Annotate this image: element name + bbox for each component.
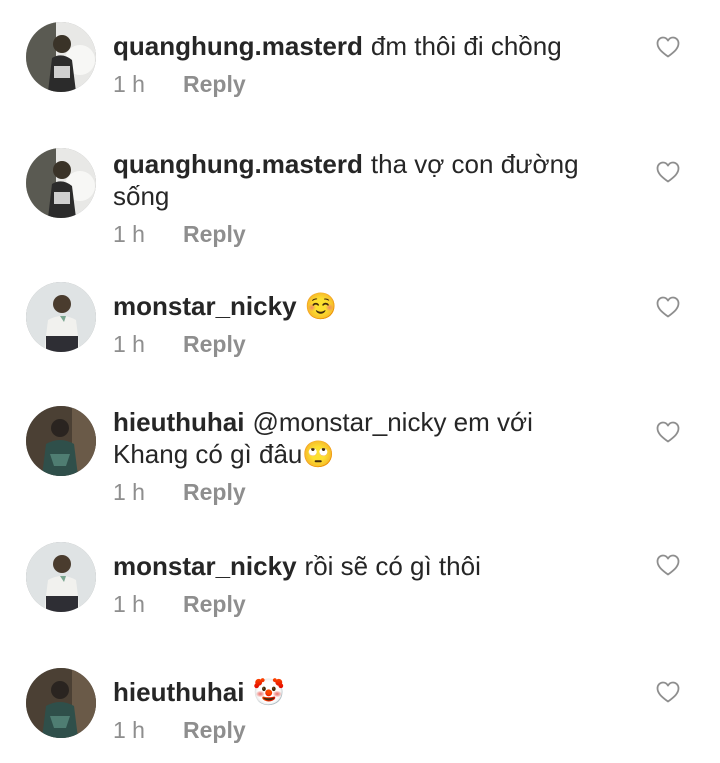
comment-body: hieuthuhai 🤡 1 h Reply bbox=[113, 676, 650, 744]
comment-meta: 1 h Reply bbox=[113, 70, 650, 98]
comment-body: quanghung.masterd tha vợ con đường sống 1… bbox=[113, 148, 600, 248]
reply-button[interactable]: Reply bbox=[183, 220, 246, 248]
username[interactable]: hieuthuhai bbox=[113, 677, 244, 707]
comment-body: monstar_nicky rồi sẽ có gì thôi 1 h Reply bbox=[113, 550, 650, 618]
comment-text: quanghung.masterd đm thôi đi chồng bbox=[113, 30, 650, 62]
heart-icon[interactable] bbox=[656, 161, 680, 183]
comment-text: monstar_nicky ☺️ bbox=[113, 290, 650, 322]
comment-meta: 1 h Reply bbox=[113, 478, 570, 506]
comment-message: rồi sẽ có gì thôi bbox=[304, 551, 481, 581]
avatar[interactable] bbox=[26, 282, 96, 352]
heart-icon[interactable] bbox=[656, 296, 680, 318]
comment-body: hieuthuhai @monstar_nicky em với Khang có… bbox=[113, 406, 570, 506]
comment-message: đm thôi đi chồng bbox=[370, 31, 562, 61]
avatar[interactable] bbox=[26, 542, 96, 612]
username[interactable]: hieuthuhai bbox=[113, 407, 244, 437]
avatar[interactable] bbox=[26, 668, 96, 738]
avatar[interactable] bbox=[26, 406, 96, 476]
avatar[interactable] bbox=[26, 22, 96, 92]
reply-button[interactable]: Reply bbox=[183, 590, 246, 618]
comment-message: ☺️ bbox=[304, 291, 337, 321]
comment-text: quanghung.masterd tha vợ con đường sống bbox=[113, 148, 600, 212]
username[interactable]: monstar_nicky bbox=[113, 551, 297, 581]
comment-text: hieuthuhai 🤡 bbox=[113, 676, 650, 708]
avatar[interactable] bbox=[26, 148, 96, 218]
username[interactable]: quanghung.masterd bbox=[113, 149, 363, 179]
reply-button[interactable]: Reply bbox=[183, 70, 246, 98]
comment-text: monstar_nicky rồi sẽ có gì thôi bbox=[113, 550, 650, 582]
timestamp: 1 h bbox=[113, 71, 145, 97]
reply-button[interactable]: Reply bbox=[183, 716, 246, 744]
heart-icon[interactable] bbox=[656, 681, 680, 703]
comment-meta: 1 h Reply bbox=[113, 330, 650, 358]
comment-message: 🤡 bbox=[252, 677, 285, 707]
heart-icon[interactable] bbox=[656, 421, 680, 443]
timestamp: 1 h bbox=[113, 479, 145, 505]
reply-button[interactable]: Reply bbox=[183, 330, 246, 358]
comment-meta: 1 h Reply bbox=[113, 220, 600, 248]
heart-icon[interactable] bbox=[656, 36, 680, 58]
comment-body: quanghung.masterd đm thôi đi chồng 1 h Re… bbox=[113, 30, 650, 98]
timestamp: 1 h bbox=[113, 717, 145, 743]
heart-icon[interactable] bbox=[656, 554, 680, 576]
timestamp: 1 h bbox=[113, 221, 145, 247]
comment-body: monstar_nicky ☺️ 1 h Reply bbox=[113, 290, 650, 358]
username[interactable]: quanghung.masterd bbox=[113, 31, 363, 61]
comment-meta: 1 h Reply bbox=[113, 716, 650, 744]
timestamp: 1 h bbox=[113, 591, 145, 617]
username[interactable]: monstar_nicky bbox=[113, 291, 297, 321]
comment-meta: 1 h Reply bbox=[113, 590, 650, 618]
reply-button[interactable]: Reply bbox=[183, 478, 246, 506]
comment-text: hieuthuhai @monstar_nicky em với Khang có… bbox=[113, 406, 570, 470]
timestamp: 1 h bbox=[113, 331, 145, 357]
